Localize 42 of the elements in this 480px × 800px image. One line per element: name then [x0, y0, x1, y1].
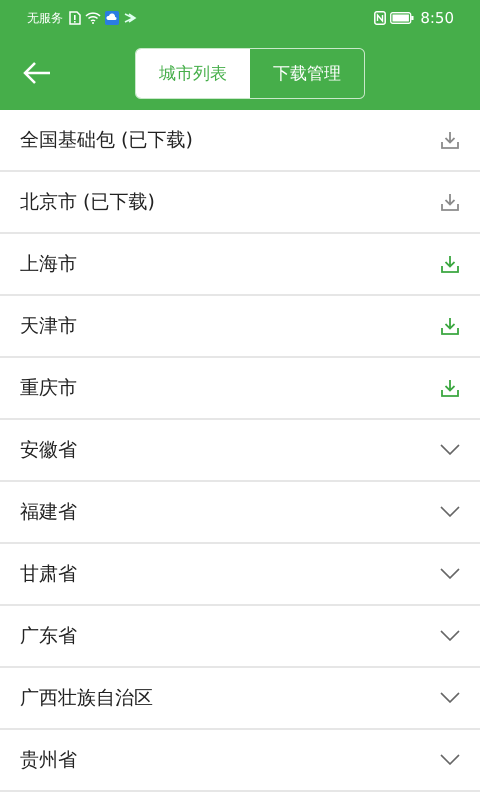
city-name: 甘肃省: [20, 562, 77, 587]
download-icon[interactable]: [440, 378, 460, 398]
city-list-item[interactable]: 广西壮族自治区: [0, 668, 480, 730]
sim-card-icon: [69, 11, 81, 25]
city-list-item[interactable]: 安徽省: [0, 420, 480, 482]
city-name: 北京市 (已下载): [20, 190, 155, 215]
wifi-icon: [85, 12, 101, 24]
city-name: 福建省: [20, 500, 77, 525]
city-name: 安徽省: [20, 438, 77, 463]
nfc-icon: [374, 11, 386, 25]
city-name: 全国基础包 (已下载): [20, 128, 193, 153]
download-icon[interactable]: [440, 316, 460, 336]
chevron-down-icon[interactable]: [440, 692, 460, 704]
city-list-item[interactable]: 全国基础包 (已下载): [0, 110, 480, 172]
city-name: 广西壮族自治区: [20, 686, 153, 711]
chevron-down-icon[interactable]: [440, 630, 460, 642]
battery-icon: [390, 12, 414, 24]
arrow-icon: [123, 13, 137, 23]
city-name: 上海市: [20, 252, 77, 277]
download-icon[interactable]: [440, 192, 460, 212]
city-list-item[interactable]: 北京市 (已下载): [0, 172, 480, 234]
download-icon[interactable]: [440, 130, 460, 150]
city-list-item[interactable]: 广东省: [0, 606, 480, 668]
city-list-item[interactable]: 福建省: [0, 482, 480, 544]
city-list-item[interactable]: 贵州省: [0, 730, 480, 792]
chevron-down-icon[interactable]: [440, 506, 460, 518]
city-list-item[interactable]: 上海市: [0, 234, 480, 296]
back-arrow-icon[interactable]: [22, 61, 52, 85]
clock-time: 8:50: [420, 9, 454, 27]
city-list-item[interactable]: 重庆市: [0, 358, 480, 420]
carrier-label: 无服务: [27, 10, 63, 26]
city-name: 贵州省: [20, 748, 77, 773]
download-icon[interactable]: [440, 254, 460, 274]
cloud-app-icon: [105, 11, 119, 25]
chevron-down-icon[interactable]: [440, 444, 460, 456]
city-name: 广东省: [20, 624, 77, 649]
chevron-down-icon[interactable]: [440, 754, 460, 766]
city-list-item[interactable]: 甘肃省: [0, 544, 480, 606]
city-list-item[interactable]: 天津市: [0, 296, 480, 358]
city-name: 天津市: [20, 314, 77, 339]
city-name: 重庆市: [20, 376, 77, 401]
chevron-down-icon[interactable]: [440, 568, 460, 580]
